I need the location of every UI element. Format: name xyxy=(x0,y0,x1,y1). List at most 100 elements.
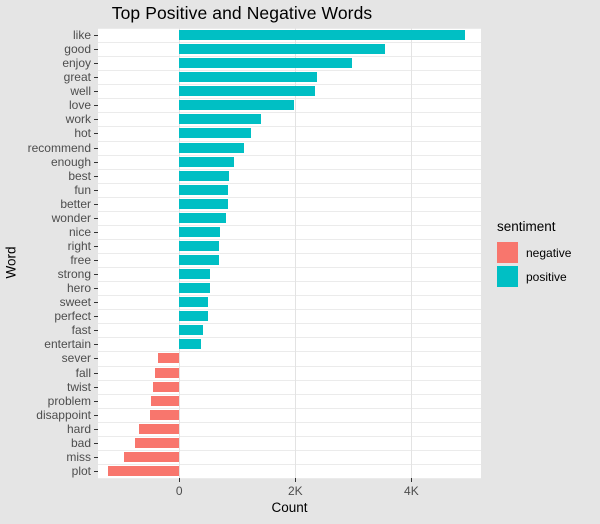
gridline-horizontal xyxy=(98,281,481,282)
gridline-horizontal xyxy=(98,323,481,324)
y-tick-mark xyxy=(94,260,98,261)
y-tick-label-great: great xyxy=(63,70,91,85)
gridline-horizontal xyxy=(98,98,481,99)
y-tick-mark xyxy=(94,415,98,416)
gridline-horizontal xyxy=(98,309,481,310)
legend-items: negative positive xyxy=(497,241,597,288)
legend-label-negative: negative xyxy=(526,245,572,260)
y-tick-mark xyxy=(94,302,98,303)
legend-label-positive: positive xyxy=(526,269,567,284)
bar-bad xyxy=(135,437,180,448)
gridline-horizontal xyxy=(98,112,481,113)
y-tick-mark xyxy=(94,373,98,374)
bar-free xyxy=(179,255,220,266)
x-axis: 0 2K 4K xyxy=(98,478,481,502)
y-tick-mark xyxy=(94,429,98,430)
y-tick-mark xyxy=(94,316,98,317)
y-tick-mark xyxy=(94,35,98,36)
bar-hard xyxy=(139,423,180,434)
bar-plot xyxy=(107,465,180,476)
y-tick-label-hero: hero xyxy=(66,281,91,296)
y-tick-mark xyxy=(94,133,98,134)
y-tick-mark xyxy=(94,330,98,331)
gridline-horizontal xyxy=(98,169,481,170)
x-tick-label: 2K xyxy=(287,484,303,498)
gridline-horizontal xyxy=(98,267,481,268)
y-tick-mark xyxy=(94,471,98,472)
bar-best xyxy=(179,170,230,181)
bar-miss xyxy=(124,451,180,462)
bar-enough xyxy=(179,156,234,167)
gridline-horizontal xyxy=(98,56,481,57)
y-tick-label-twist: twist xyxy=(67,379,91,394)
legend-key-negative xyxy=(497,242,518,263)
legend-title: sentiment xyxy=(497,219,556,234)
bar-fall xyxy=(154,367,180,378)
y-tick-label-nice: nice xyxy=(68,224,91,239)
page-title: Top Positive and Negative Words xyxy=(111,3,373,23)
y-tick-mark xyxy=(94,457,98,458)
y-tick-mark xyxy=(94,105,98,106)
gridline-horizontal xyxy=(98,197,481,198)
gridline-horizontal xyxy=(98,141,481,142)
y-tick-label-fall: fall xyxy=(75,365,91,380)
bar-disappoint xyxy=(149,409,180,420)
bar-fast xyxy=(179,325,204,336)
y-tick-mark xyxy=(94,232,98,233)
gridline-horizontal xyxy=(98,450,481,451)
bar-nice xyxy=(179,226,220,237)
bar-twist xyxy=(152,381,180,392)
y-tick-mark xyxy=(94,148,98,149)
gridline-horizontal xyxy=(98,295,481,296)
y-tick-mark xyxy=(94,401,98,402)
gridline-horizontal xyxy=(98,28,481,29)
y-tick-label-wonder: wonder xyxy=(51,210,91,225)
y-tick-mark xyxy=(94,387,98,388)
y-tick-mark xyxy=(94,344,98,345)
y-tick-label-best: best xyxy=(68,168,91,183)
y-tick-label-recommend: recommend xyxy=(27,140,91,155)
x-tick-label: 4K xyxy=(404,484,419,498)
y-tick-label-plot: plot xyxy=(71,463,91,478)
y-tick-mark xyxy=(94,274,98,275)
y-tick-label-miss: miss xyxy=(66,449,91,464)
y-tick-label-bad: bad xyxy=(70,435,91,450)
gridline-horizontal xyxy=(98,253,481,254)
y-tick-label-like: like xyxy=(72,28,91,43)
legend-key-positive xyxy=(497,266,518,287)
y-tick-mark xyxy=(94,204,98,205)
chart-root: Top Positive and Negative Words Word lik… xyxy=(0,0,600,524)
y-tick-label-entertain: entertain xyxy=(44,337,91,352)
gridline-horizontal xyxy=(98,225,481,226)
bar-enjoy xyxy=(179,58,353,69)
plot-panel xyxy=(98,28,481,479)
y-tick-label-right: right xyxy=(67,238,91,253)
y-axis: like good enjoy great well love work hot recomme… xyxy=(0,28,98,478)
bar-strong xyxy=(179,269,210,280)
y-tick-mark xyxy=(94,288,98,289)
y-tick-mark xyxy=(94,176,98,177)
bar-sweet xyxy=(179,297,208,308)
bar-great xyxy=(179,72,317,83)
y-tick-mark xyxy=(94,218,98,219)
bar-perfect xyxy=(179,311,208,322)
y-tick-label-fast: fast xyxy=(71,323,91,338)
y-tick-label-sever: sever xyxy=(61,351,91,366)
bar-work xyxy=(179,114,262,125)
y-tick-mark xyxy=(94,162,98,163)
gridline-horizontal xyxy=(98,70,481,71)
y-tick-label-sweet: sweet xyxy=(59,295,91,310)
gridline-horizontal xyxy=(98,337,481,338)
legend-item-negative: negative xyxy=(497,241,597,264)
bar-better xyxy=(179,198,228,209)
y-tick-label-problem: problem xyxy=(47,393,91,408)
y-tick-mark xyxy=(94,91,98,92)
gridline-horizontal xyxy=(98,42,481,43)
x-tick-mark xyxy=(295,478,296,482)
legend-item-positive: positive xyxy=(497,265,597,288)
y-tick-mark xyxy=(94,246,98,247)
bar-entertain xyxy=(179,339,201,350)
y-tick-mark xyxy=(94,190,98,191)
gridline-vertical xyxy=(411,28,412,478)
y-tick-label-hot: hot xyxy=(74,126,91,141)
